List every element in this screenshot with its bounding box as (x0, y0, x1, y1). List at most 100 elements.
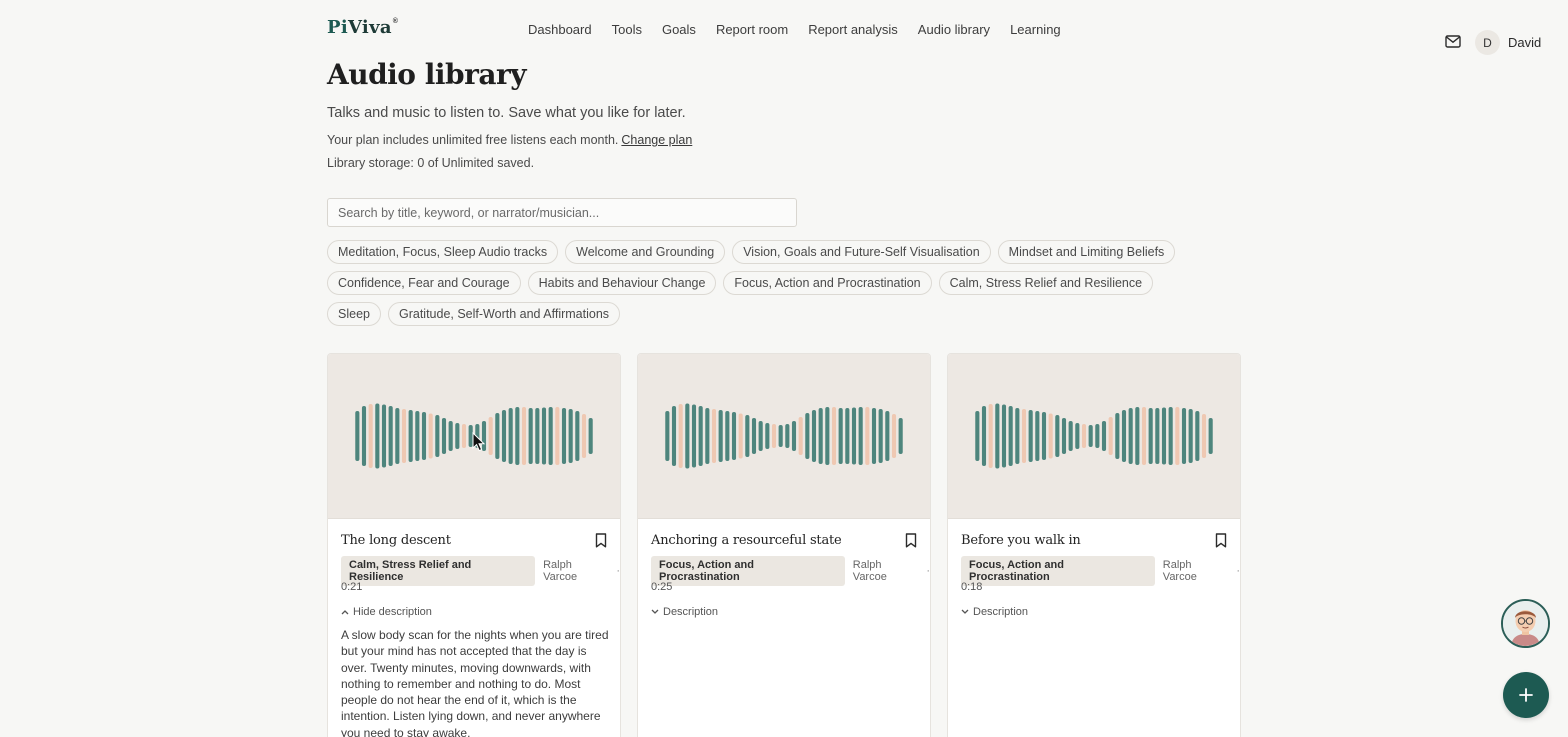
search-input[interactable] (327, 198, 797, 227)
waveform-bar (1095, 424, 1100, 448)
filter-tag[interactable]: Welcome and Grounding (565, 240, 726, 264)
meta-separator: · (1236, 565, 1240, 577)
waveform-bar (785, 424, 790, 448)
waveform-bar (1128, 408, 1133, 464)
nav-goals[interactable]: Goals (662, 22, 696, 37)
waveform-bar (1088, 425, 1093, 447)
waveform-bar (711, 409, 717, 463)
waveform-bar (1141, 407, 1147, 465)
waveform-bar (1161, 407, 1167, 465)
filter-tag[interactable]: Meditation, Focus, Sleep Audio tracks (327, 240, 559, 264)
waveform-bar (1021, 409, 1027, 463)
description-toggle[interactable]: Description (651, 606, 718, 618)
waveform-bar (765, 423, 770, 449)
waveform-bar (758, 421, 763, 451)
waveform-bar (858, 407, 863, 465)
waveform-bar (798, 417, 803, 455)
audio-card[interactable]: The long descent Calm, Stress Relief and… (327, 353, 621, 737)
category-badge: Calm, Stress Relief and Resilience (341, 556, 536, 586)
bookmark-icon[interactable] (595, 533, 607, 548)
waveform-bar (421, 412, 427, 460)
logo-mark: ® (392, 18, 399, 25)
meta-separator: · (616, 565, 620, 577)
description-toggle-label: Hide description (353, 606, 432, 618)
audio-title[interactable]: Before you walk in (961, 533, 1081, 548)
waveform-bar (448, 421, 453, 451)
waveform-bar (871, 408, 877, 464)
filter-tag[interactable]: Sleep (327, 302, 381, 326)
waveform-bar (885, 411, 890, 461)
bookmark-icon[interactable] (905, 533, 917, 548)
nav-dashboard[interactable]: Dashboard (528, 22, 592, 37)
plan-info: Your plan includes unlimited free listen… (327, 133, 692, 147)
audio-card[interactable]: Before you walk in Focus, Action and Pro… (947, 353, 1241, 737)
waveform-bar (561, 408, 567, 464)
storage-info: Library storage: 0 of Unlimited saved. (327, 156, 535, 170)
waveform-bar (1015, 408, 1020, 464)
nav-learning[interactable]: Learning (1010, 22, 1061, 37)
waveform-bar (818, 408, 823, 464)
waveform-bar (441, 418, 447, 454)
waveform-bar (745, 415, 750, 457)
assistant-avatar-button[interactable] (1501, 599, 1550, 648)
waveform-bar (1081, 424, 1087, 448)
chevron-up-icon (341, 610, 349, 615)
audio-title[interactable]: Anchoring a resourceful state (651, 533, 842, 548)
filter-tag[interactable]: Focus, Action and Procrastination (723, 271, 932, 295)
waveform-bar (981, 406, 987, 466)
waveform-graphic (665, 403, 903, 469)
waveform-bar (1148, 408, 1153, 464)
waveform-bar (1195, 411, 1200, 461)
nav-tools[interactable]: Tools (612, 22, 642, 37)
bookmark-icon[interactable] (1215, 533, 1227, 548)
user-name[interactable]: David (1508, 35, 1541, 50)
waveform-bar (865, 407, 870, 465)
plus-icon (1519, 688, 1533, 702)
waveform-bar (851, 407, 857, 465)
waveform-bar (555, 407, 560, 465)
filter-tag[interactable]: Calm, Stress Relief and Resilience (938, 271, 1154, 295)
plan-text: Your plan includes unlimited free listen… (327, 133, 619, 147)
change-plan-link[interactable]: Change plan (621, 133, 692, 147)
meta-separator: · (926, 565, 930, 577)
audio-card[interactable]: Anchoring a resourceful state Focus, Act… (637, 353, 931, 737)
filter-tag[interactable]: Vision, Goals and Future-Self Visualisat… (732, 240, 991, 264)
waveform-bar (1188, 409, 1193, 463)
filter-tag[interactable]: Mindset and Limiting Beliefs (997, 240, 1176, 264)
nav-report-analysis[interactable]: Report analysis (808, 22, 898, 37)
filter-tag[interactable]: Habits and Behaviour Change (527, 271, 717, 295)
waveform-bar (361, 406, 367, 466)
user-avatar[interactable]: D (1475, 30, 1500, 55)
waveform-bar (468, 425, 473, 447)
nav-report-room[interactable]: Report room (716, 22, 788, 37)
description-toggle[interactable]: Hide description (341, 606, 432, 618)
logo-viva: Viva (347, 17, 392, 38)
logo-pi: Pi (327, 17, 348, 38)
waveform-graphic (975, 403, 1213, 469)
waveform-bar (528, 408, 533, 464)
audio-title[interactable]: The long descent (341, 533, 451, 548)
waveform-bar (1101, 421, 1107, 451)
filter-tag[interactable]: Gratitude, Self-Worth and Affirmations (387, 302, 621, 326)
waveform-bar (665, 411, 670, 461)
envelope-icon[interactable] (1445, 35, 1461, 48)
waveform-bar (678, 404, 683, 468)
audio-thumbnail[interactable] (638, 354, 930, 519)
waveform-bar (988, 404, 993, 468)
filter-tag[interactable]: Confidence, Fear and Courage (327, 271, 521, 295)
description-toggle[interactable]: Description (961, 606, 1028, 618)
waveform-bar (435, 415, 440, 457)
audio-thumbnail[interactable] (328, 354, 620, 519)
audio-thumbnail[interactable] (948, 354, 1240, 519)
waveform-bar (575, 411, 580, 461)
audio-meta: Focus, Action and Procrastination Ralph … (961, 556, 1240, 586)
brand-logo[interactable]: PiViva® (327, 17, 398, 38)
waveform-bar (725, 411, 730, 461)
waveform-bar (408, 410, 413, 462)
category-badge: Focus, Action and Procrastination (651, 556, 845, 586)
waveform-bar (1035, 411, 1040, 461)
nav-audio-library[interactable]: Audio library (918, 22, 990, 37)
waveform-bar (731, 412, 737, 460)
add-button[interactable] (1503, 672, 1549, 718)
waveform-bar (705, 408, 710, 464)
